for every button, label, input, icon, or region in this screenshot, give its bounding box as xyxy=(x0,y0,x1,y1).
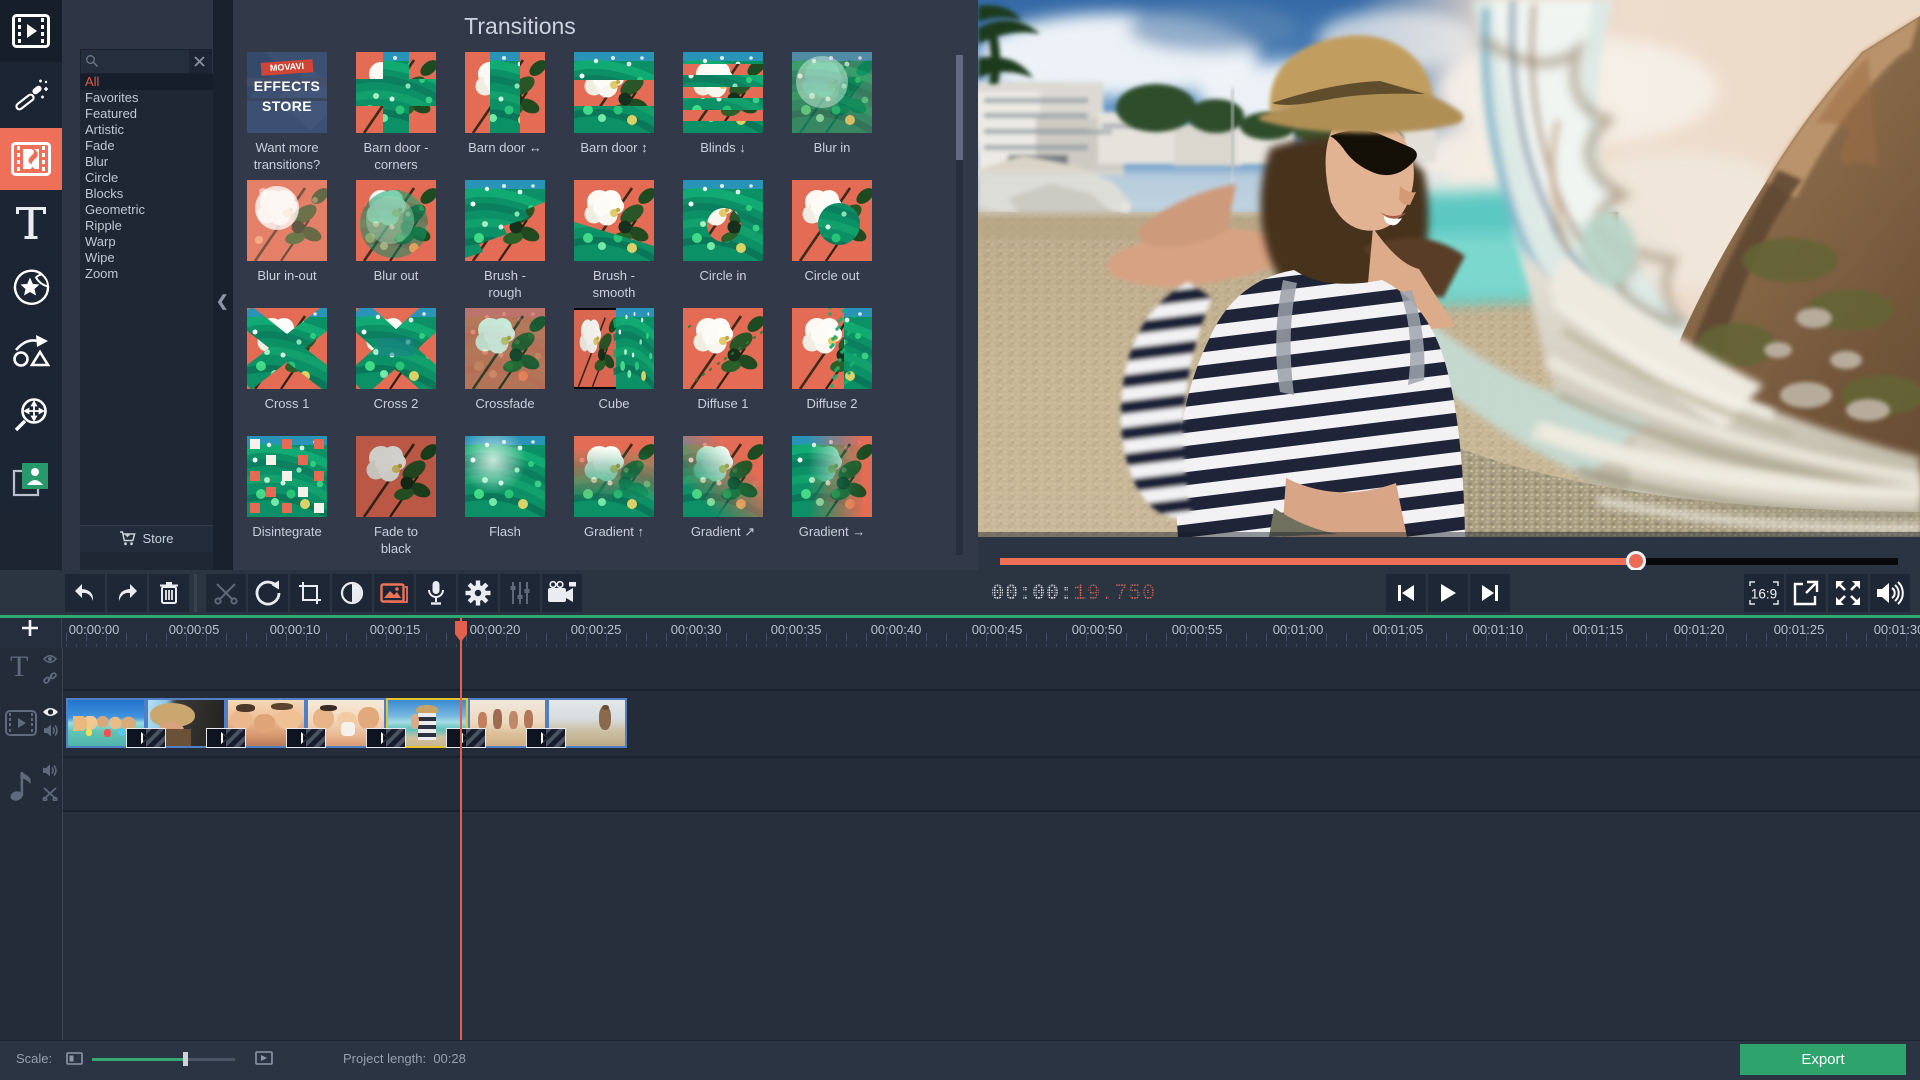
svg-text:16:9: 16:9 xyxy=(1751,587,1777,602)
